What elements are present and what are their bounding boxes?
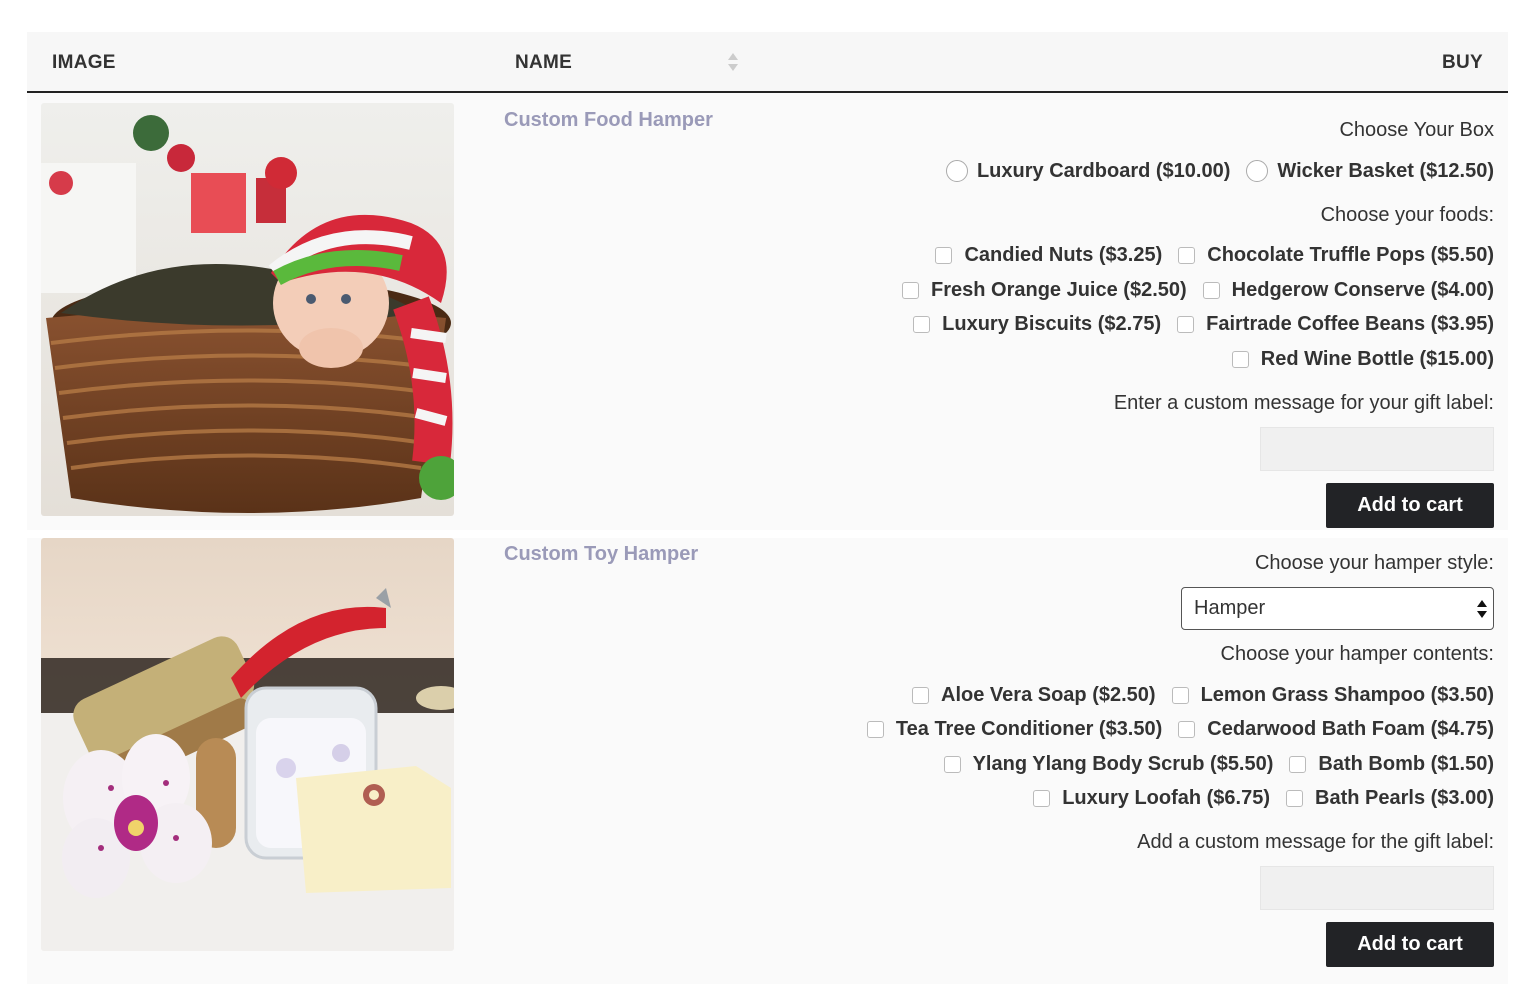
product-image-toy-hamper[interactable] <box>41 538 454 951</box>
checkbox[interactable] <box>866 721 884 739</box>
table-row: Custom Toy Hamper Choose your hamper sty… <box>27 538 1508 984</box>
food-option[interactable]: Chocolate Truffle Pops ($5.50) <box>1178 239 1494 274</box>
message-field-label: Enter a custom message for your gift lab… <box>1113 391 1494 414</box>
option-label: Fresh Orange Juice ($2.50) <box>931 278 1187 301</box>
product-table: IMAGE NAME BUY Custom Food Hamper Choose… <box>27 32 1508 984</box>
checkbox[interactable] <box>1202 281 1220 299</box>
food-option[interactable]: Fresh Orange Juice ($2.50) <box>902 273 1187 308</box>
checkbox[interactable] <box>902 281 919 299</box>
checkbox[interactable] <box>1231 350 1249 368</box>
select-value: Hamper <box>1194 597 1266 619</box>
select-arrows-icon <box>1477 600 1487 618</box>
radio-button[interactable] <box>945 160 968 183</box>
box-field-label: Choose Your Box <box>1339 119 1494 141</box>
option-label: Red Wine Bottle ($15.00) <box>1260 347 1494 370</box>
checkbox[interactable] <box>1177 316 1195 334</box>
option-label: Tea Tree Conditioner ($3.50) <box>895 718 1163 741</box>
option-label: Bath Pearls ($3.00) <box>1315 787 1494 810</box>
option-label: Hedgerow Conserve ($4.00) <box>1231 278 1494 301</box>
contents-field-label: Choose your hamper contents: <box>1220 643 1495 665</box>
product-name-link[interactable]: Custom Food Hamper <box>504 109 713 132</box>
gift-message-input[interactable] <box>1260 426 1494 471</box>
option-label: Aloe Vera Soap ($2.50) <box>941 683 1156 706</box>
checkbox[interactable] <box>1178 721 1196 739</box>
option-label: Cedarwood Bath Foam ($4.75) <box>1207 718 1494 741</box>
add-to-cart-button[interactable]: Add to cart <box>1326 922 1494 967</box>
content-option[interactable]: Cedarwood Bath Foam ($4.75) <box>1178 713 1494 748</box>
option-label: Candied Nuts ($3.25) <box>964 244 1163 267</box>
option-label: Chocolate Truffle Pops ($5.50) <box>1207 244 1494 267</box>
food-option[interactable]: Candied Nuts ($3.25) <box>935 239 1162 274</box>
column-header-name[interactable]: NAME <box>515 52 572 74</box>
checkbox[interactable] <box>1171 686 1189 704</box>
product-name-link[interactable]: Custom Toy Hamper <box>504 543 698 566</box>
column-header-buy: BUY <box>1441 52 1483 73</box>
option-label: Ylang Ylang Body Scrub ($5.50) <box>972 752 1274 775</box>
box-option-luxury-cardboard[interactable]: Luxury Cardboard ($10.00) <box>945 154 1231 189</box>
style-field-label: Choose your hamper style: <box>1254 552 1494 574</box>
content-option[interactable]: Bath Bomb ($1.50) <box>1289 747 1494 782</box>
food-option[interactable]: Red Wine Bottle ($15.00) <box>1231 342 1494 377</box>
row-divider <box>27 530 1508 538</box>
gift-message-input[interactable] <box>1260 866 1494 910</box>
food-option[interactable]: Hedgerow Conserve ($4.00) <box>1202 273 1494 308</box>
hamper-style-select[interactable]: Hamper <box>1181 587 1494 630</box>
table-header: IMAGE NAME BUY <box>27 32 1508 93</box>
option-label: Lemon Grass Shampoo ($3.50) <box>1200 683 1494 706</box>
checkbox[interactable] <box>1289 755 1307 773</box>
radio-button[interactable] <box>1246 160 1269 183</box>
checkbox[interactable] <box>943 755 961 773</box>
checkbox[interactable] <box>1178 247 1196 265</box>
checkbox[interactable] <box>1286 790 1304 808</box>
box-option-wicker-basket[interactable]: Wicker Basket ($12.50) <box>1246 154 1494 189</box>
foods-field-label: Choose your foods: <box>1320 203 1494 226</box>
checkbox[interactable] <box>1033 790 1051 808</box>
checkbox[interactable] <box>913 316 931 334</box>
checkbox[interactable] <box>912 686 930 704</box>
table-row: Custom Food Hamper Choose Your Box Luxur… <box>27 93 1508 530</box>
food-option[interactable]: Fairtrade Coffee Beans ($3.95) <box>1177 308 1494 343</box>
foods-checkbox-group: Candied Nuts ($3.25) Chocolate Truffle P… <box>854 239 1494 377</box>
message-field-label: Add a custom message for the gift label: <box>1137 831 1494 853</box>
buy-panel: Choose Your Box Luxury Cardboard ($10.00… <box>794 118 1494 528</box>
column-header-image: IMAGE <box>52 52 116 73</box>
option-label: Luxury Cardboard ($10.00) <box>976 159 1231 182</box>
food-option[interactable]: Luxury Biscuits ($2.75) <box>913 308 1161 343</box>
content-option[interactable]: Aloe Vera Soap ($2.50) <box>912 678 1156 713</box>
checkbox[interactable] <box>935 247 953 265</box>
option-label: Fairtrade Coffee Beans ($3.95) <box>1206 313 1494 336</box>
content-option[interactable]: Luxury Loofah ($6.75) <box>1033 782 1270 817</box>
content-option[interactable]: Tea Tree Conditioner ($3.50) <box>866 713 1163 748</box>
option-label: Wicker Basket ($12.50) <box>1277 159 1494 182</box>
option-label: Bath Bomb ($1.50) <box>1318 752 1494 775</box>
buy-panel: Choose your hamper style: Hamper Choose … <box>794 551 1494 967</box>
add-to-cart-button[interactable]: Add to cart <box>1326 482 1494 528</box>
contents-checkbox-group: Aloe Vera Soap ($2.50) Lemon Grass Shamp… <box>814 678 1494 816</box>
option-label: Luxury Biscuits ($2.75) <box>942 313 1162 336</box>
content-option[interactable]: Lemon Grass Shampoo ($3.50) <box>1171 678 1494 713</box>
option-label: Luxury Loofah ($6.75) <box>1062 787 1271 810</box>
product-image-food-hamper[interactable] <box>41 103 454 516</box>
content-option[interactable]: Bath Pearls ($3.00) <box>1286 782 1494 817</box>
sort-icon[interactable] <box>727 51 739 73</box>
box-radio-group: Luxury Cardboard ($10.00) Wicker Basket … <box>794 154 1494 189</box>
content-option[interactable]: Ylang Ylang Body Scrub ($5.50) <box>943 747 1274 782</box>
